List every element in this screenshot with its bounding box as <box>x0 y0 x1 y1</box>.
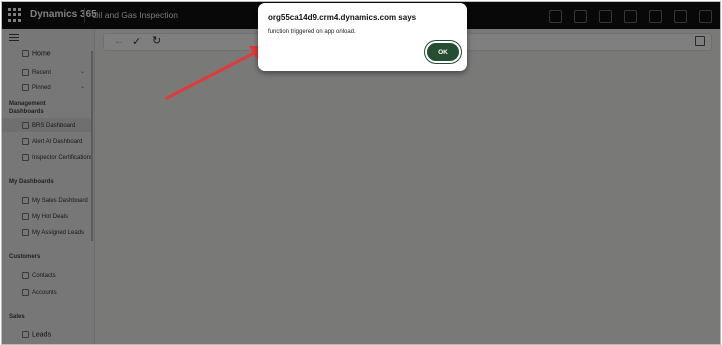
ok-button[interactable]: OK <box>427 43 459 61</box>
dialog-title: org55ca14d9.crm4.dynamics.com says <box>268 13 417 22</box>
annotation-arrow-shaft <box>165 50 258 100</box>
app-window: Dynamics 365 Oil and Gas Inspection Home… <box>1 1 721 345</box>
dialog-message: function triggered on app onload. <box>268 29 356 35</box>
alert-dialog: org55ca14d9.crm4.dynamics.com says funct… <box>258 3 467 71</box>
